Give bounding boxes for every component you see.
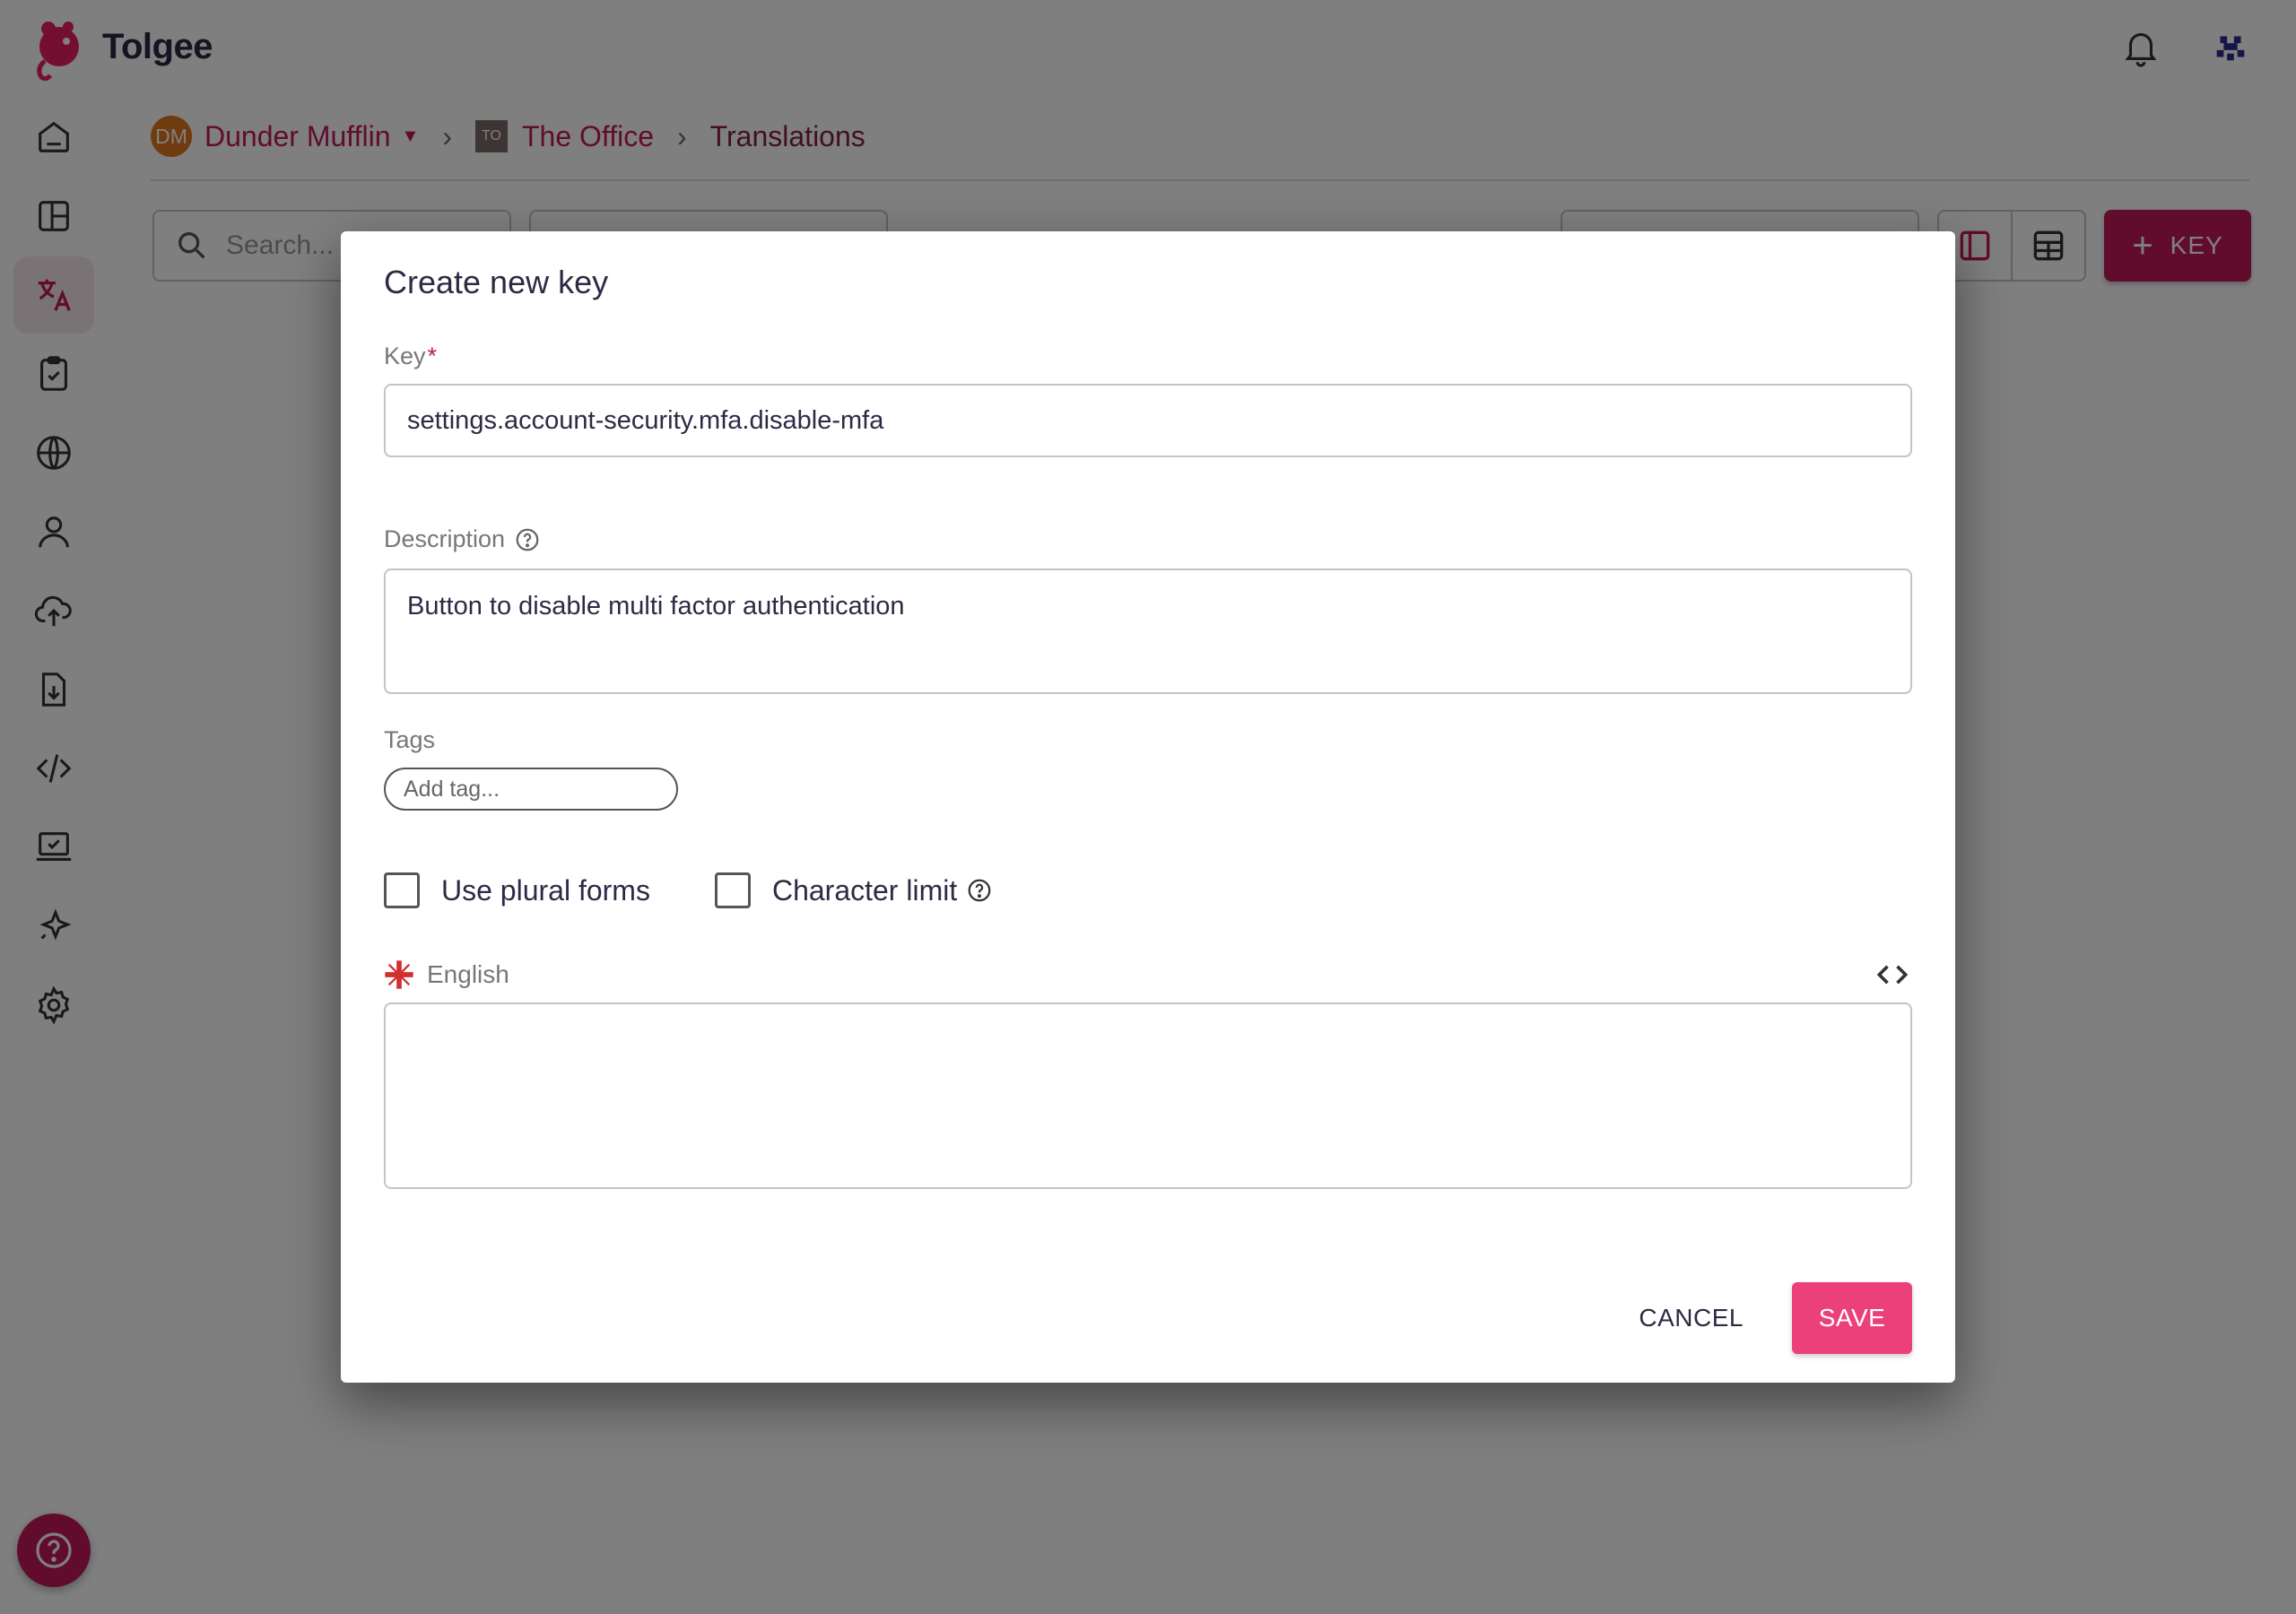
key-input[interactable]: settings.account-security.mfa.disable-mf…: [384, 384, 1912, 457]
help-circle-icon[interactable]: [514, 526, 541, 553]
description-label: Description: [384, 525, 541, 553]
description-value: Button to disable multi factor authentic…: [407, 592, 905, 620]
plural-forms-option[interactable]: Use plural forms: [384, 872, 650, 908]
save-button[interactable]: SAVE: [1792, 1282, 1912, 1354]
required-marker: *: [427, 343, 438, 369]
dialog-title: Create new key: [384, 264, 609, 300]
translation-language-row: English: [384, 952, 1912, 997]
key-label: Key *: [384, 343, 437, 370]
plural-forms-label: Use plural forms: [441, 873, 650, 907]
translation-editor[interactable]: [384, 1002, 1912, 1189]
language-name: English: [427, 960, 509, 988]
description-textarea[interactable]: Button to disable multi factor authentic…: [384, 568, 1912, 694]
plural-forms-checkbox[interactable]: [384, 872, 420, 908]
character-limit-option[interactable]: Character limit: [714, 872, 993, 908]
add-tag-placeholder: Add tag...: [404, 776, 500, 802]
character-limit-text: Character limit: [771, 873, 958, 907]
create-key-dialog: Create new key Key * settings.account-se…: [341, 231, 1955, 1383]
help-circle-icon[interactable]: [966, 877, 993, 904]
code-view-toggle-icon[interactable]: [1873, 955, 1912, 994]
description-label-text: Description: [384, 525, 506, 552]
tags-label: Tags: [384, 726, 436, 753]
uk-flag-icon: [385, 960, 413, 989]
character-limit-label: Character limit: [772, 874, 993, 907]
options-row: Use plural forms Character limit: [384, 864, 1057, 916]
key-label-text: Key: [384, 343, 426, 369]
dialog-actions: CANCEL SAVE: [1633, 1282, 1912, 1354]
key-input-value: settings.account-security.mfa.disable-mf…: [407, 405, 884, 435]
cancel-button[interactable]: CANCEL: [1633, 1288, 1749, 1349]
add-tag-input[interactable]: Add tag...: [384, 768, 678, 811]
character-limit-checkbox[interactable]: [714, 872, 751, 908]
